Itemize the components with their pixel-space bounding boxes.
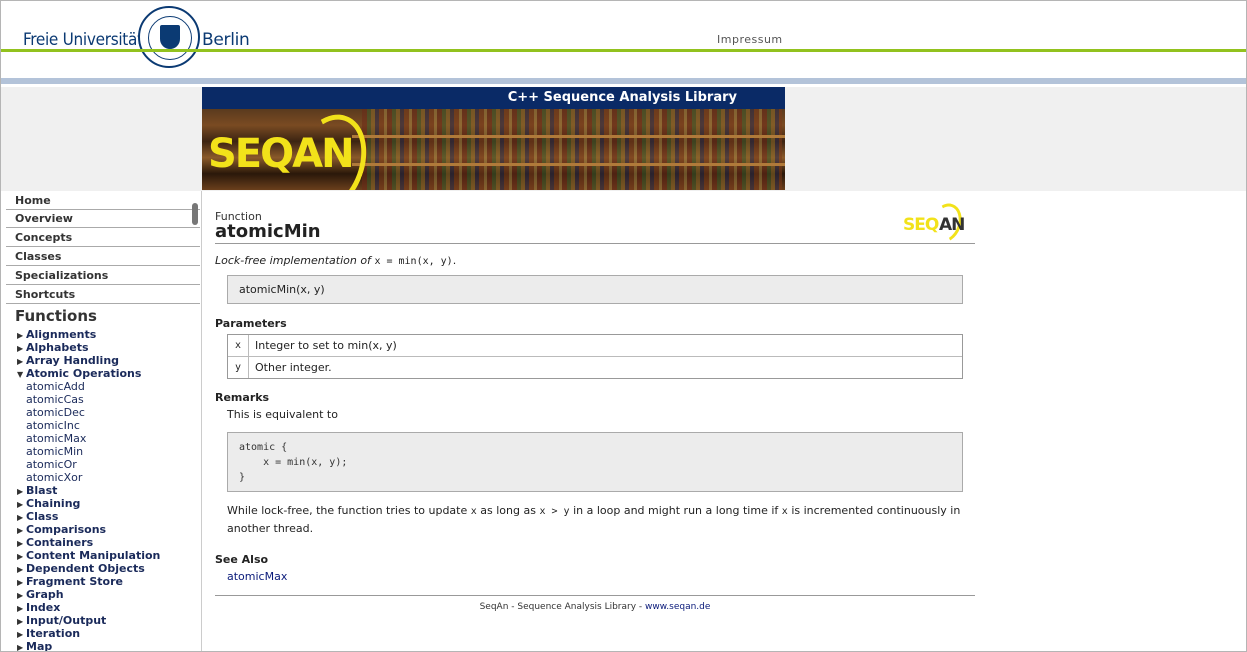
library-bookshelf-image: SEQAN <box>202 109 785 190</box>
header-blue-divider <box>1 78 1246 84</box>
para-code: x > y <box>539 506 570 517</box>
university-city[interactable]: Berlin <box>202 30 250 50</box>
see-also-link-atomicmax[interactable]: atomicMax <box>227 570 287 583</box>
parameters-heading: Parameters <box>215 317 287 330</box>
tree-category-map[interactable]: ▶ Map <box>17 640 53 652</box>
tree-category-alignments[interactable]: ▶ Alignments <box>17 328 96 342</box>
tree-item-atomicmin[interactable]: atomicMin <box>26 445 83 458</box>
seqan-logo: SEQAN <box>208 131 355 177</box>
banner-title: C++ Sequence Analysis Library <box>202 87 785 109</box>
footer-link[interactable]: www.seqan.de <box>645 602 710 612</box>
tree-category-graph[interactable]: ▶ Graph <box>17 588 64 602</box>
tree-category-array-handling[interactable]: ▶ Array Handling <box>17 354 119 368</box>
tree-item-atomicxor[interactable]: atomicXor <box>26 471 82 484</box>
para-text: as long as <box>480 504 536 517</box>
seqan-small-logo: SEQ AN <box>903 199 975 247</box>
footer-divider <box>215 595 975 596</box>
tree-category-iteration[interactable]: ▶ Iteration <box>17 627 80 641</box>
tree-item-atomiccas[interactable]: atomicCas <box>26 393 84 406</box>
university-name[interactable]: Freie Universität <box>23 30 143 50</box>
tree-category-class[interactable]: ▶ Class <box>17 510 58 524</box>
triangle-right-icon[interactable]: ▶ <box>17 641 26 651</box>
tree-category-comparisons[interactable]: ▶ Comparisons <box>17 523 106 537</box>
remarks-heading: Remarks <box>215 391 270 404</box>
remarks-text: This is equivalent to <box>227 408 338 421</box>
tree-category-label: Map <box>26 640 53 652</box>
tree-category-label: Comparisons <box>26 523 107 536</box>
nav-overview[interactable]: Overview <box>6 210 200 228</box>
tree-category-dependent-objects[interactable]: ▶ Dependent Objects <box>17 562 145 576</box>
tree-category-label: Content Manipulation <box>26 549 161 562</box>
tree-category-label: Dependent Objects <box>26 562 145 575</box>
header-bar: Freie Universität Berlin Impressum <box>1 1 1246 68</box>
code-example: atomic { x = min(x, y); } <box>227 432 963 492</box>
tree-category-label: Chaining <box>26 497 81 510</box>
table-row: x Integer to set to min(x, y) <box>228 335 962 357</box>
nav-specializations[interactable]: Specializations <box>6 267 200 285</box>
tree-category-label: Atomic Operations <box>26 367 142 380</box>
tree-category-label: Array Handling <box>26 354 120 367</box>
nav-home[interactable]: Home <box>6 192 200 210</box>
tree-item-atomicinc[interactable]: atomicInc <box>26 419 80 432</box>
param-desc: Other integer. <box>255 361 332 374</box>
tree-category-label: Index <box>26 601 61 614</box>
tree-category-label: Iteration <box>26 627 81 640</box>
tree-category-label: Fragment Store <box>26 575 123 588</box>
tree-category-label: Containers <box>26 536 94 549</box>
description-period: . <box>452 254 457 267</box>
impressum-link[interactable]: Impressum <box>717 33 783 46</box>
description-code: x = min(x, y) <box>374 256 453 267</box>
signature-box: atomicMin(x, y) <box>227 275 963 304</box>
footer-text: SeqAn - Sequence Analysis Library - <box>479 602 646 612</box>
table-row: y Other integer. <box>228 357 962 378</box>
nav-classes[interactable]: Classes <box>6 248 200 266</box>
triangle-down-icon[interactable]: ▼ <box>17 368 26 381</box>
remarks-paragraph: While lock-free, the function tries to u… <box>227 502 967 537</box>
functions-heading: Functions <box>15 307 97 325</box>
see-also-heading: See Also <box>215 553 269 566</box>
page-title: atomicMin <box>215 221 321 242</box>
footer: SeqAn - Sequence Analysis Library - www.… <box>215 602 975 612</box>
tree-category-alphabets[interactable]: ▶ Alphabets <box>17 341 89 355</box>
function-description: Lock-free implementation of x = min(x, y… <box>215 254 456 267</box>
tree-category-atomic-operations[interactable]: ▼ Atomic Operations <box>17 367 141 381</box>
tree-category-containers[interactable]: ▶ Containers <box>17 536 93 550</box>
tree-item-atomicmax[interactable]: atomicMax <box>26 432 86 445</box>
tree-item-atomicor[interactable]: atomicOr <box>26 458 77 471</box>
tree-category-blast[interactable]: ▶ Blast <box>17 484 57 498</box>
university-seal-icon[interactable] <box>138 6 200 68</box>
nav-shortcuts[interactable]: Shortcuts <box>6 286 200 304</box>
para-code: x <box>781 506 788 517</box>
parameters-table: x Integer to set to min(x, y) y Other in… <box>227 334 963 379</box>
sidebar-nav: Home Overview Concepts Classes Specializ… <box>1 191 202 652</box>
para-code: x <box>470 506 477 517</box>
tree-category-fragment-store[interactable]: ▶ Fragment Store <box>17 575 123 589</box>
browser-page: Freie Universität Berlin Impressum C++ S… <box>0 0 1247 652</box>
tree-category-label: Class <box>26 510 59 523</box>
seqan-banner: C++ Sequence Analysis Library SEQAN <box>202 87 785 190</box>
nav-concepts[interactable]: Concepts <box>6 229 200 247</box>
tree-category-chaining[interactable]: ▶ Chaining <box>17 497 80 511</box>
tree-category-label: Input/Output <box>26 614 107 627</box>
tree-category-label: Alphabets <box>26 341 89 354</box>
tree-category-label: Alignments <box>26 328 97 341</box>
param-name: x <box>228 335 249 356</box>
tree-category-label: Graph <box>26 588 64 601</box>
description-text: Lock-free implementation of <box>215 254 371 267</box>
tree-category-content-manipulation[interactable]: ▶ Content Manipulation <box>17 549 160 563</box>
sidebar-scrollbar[interactable] <box>192 203 198 225</box>
header-divider <box>1 49 1246 52</box>
tree-item-atomicadd[interactable]: atomicAdd <box>26 380 85 393</box>
tree-category-label: Blast <box>26 484 58 497</box>
param-name: y <box>228 357 249 378</box>
tree-item-atomicdec[interactable]: atomicDec <box>26 406 85 419</box>
title-divider <box>215 243 975 244</box>
param-desc: Integer to set to min(x, y) <box>255 339 397 352</box>
para-text: While lock-free, the function tries to u… <box>227 504 468 517</box>
tree-category-index[interactable]: ▶ Index <box>17 601 60 615</box>
tree-category-input-output[interactable]: ▶ Input/Output <box>17 614 106 628</box>
para-text: in a loop and might run a long time if <box>573 504 779 517</box>
